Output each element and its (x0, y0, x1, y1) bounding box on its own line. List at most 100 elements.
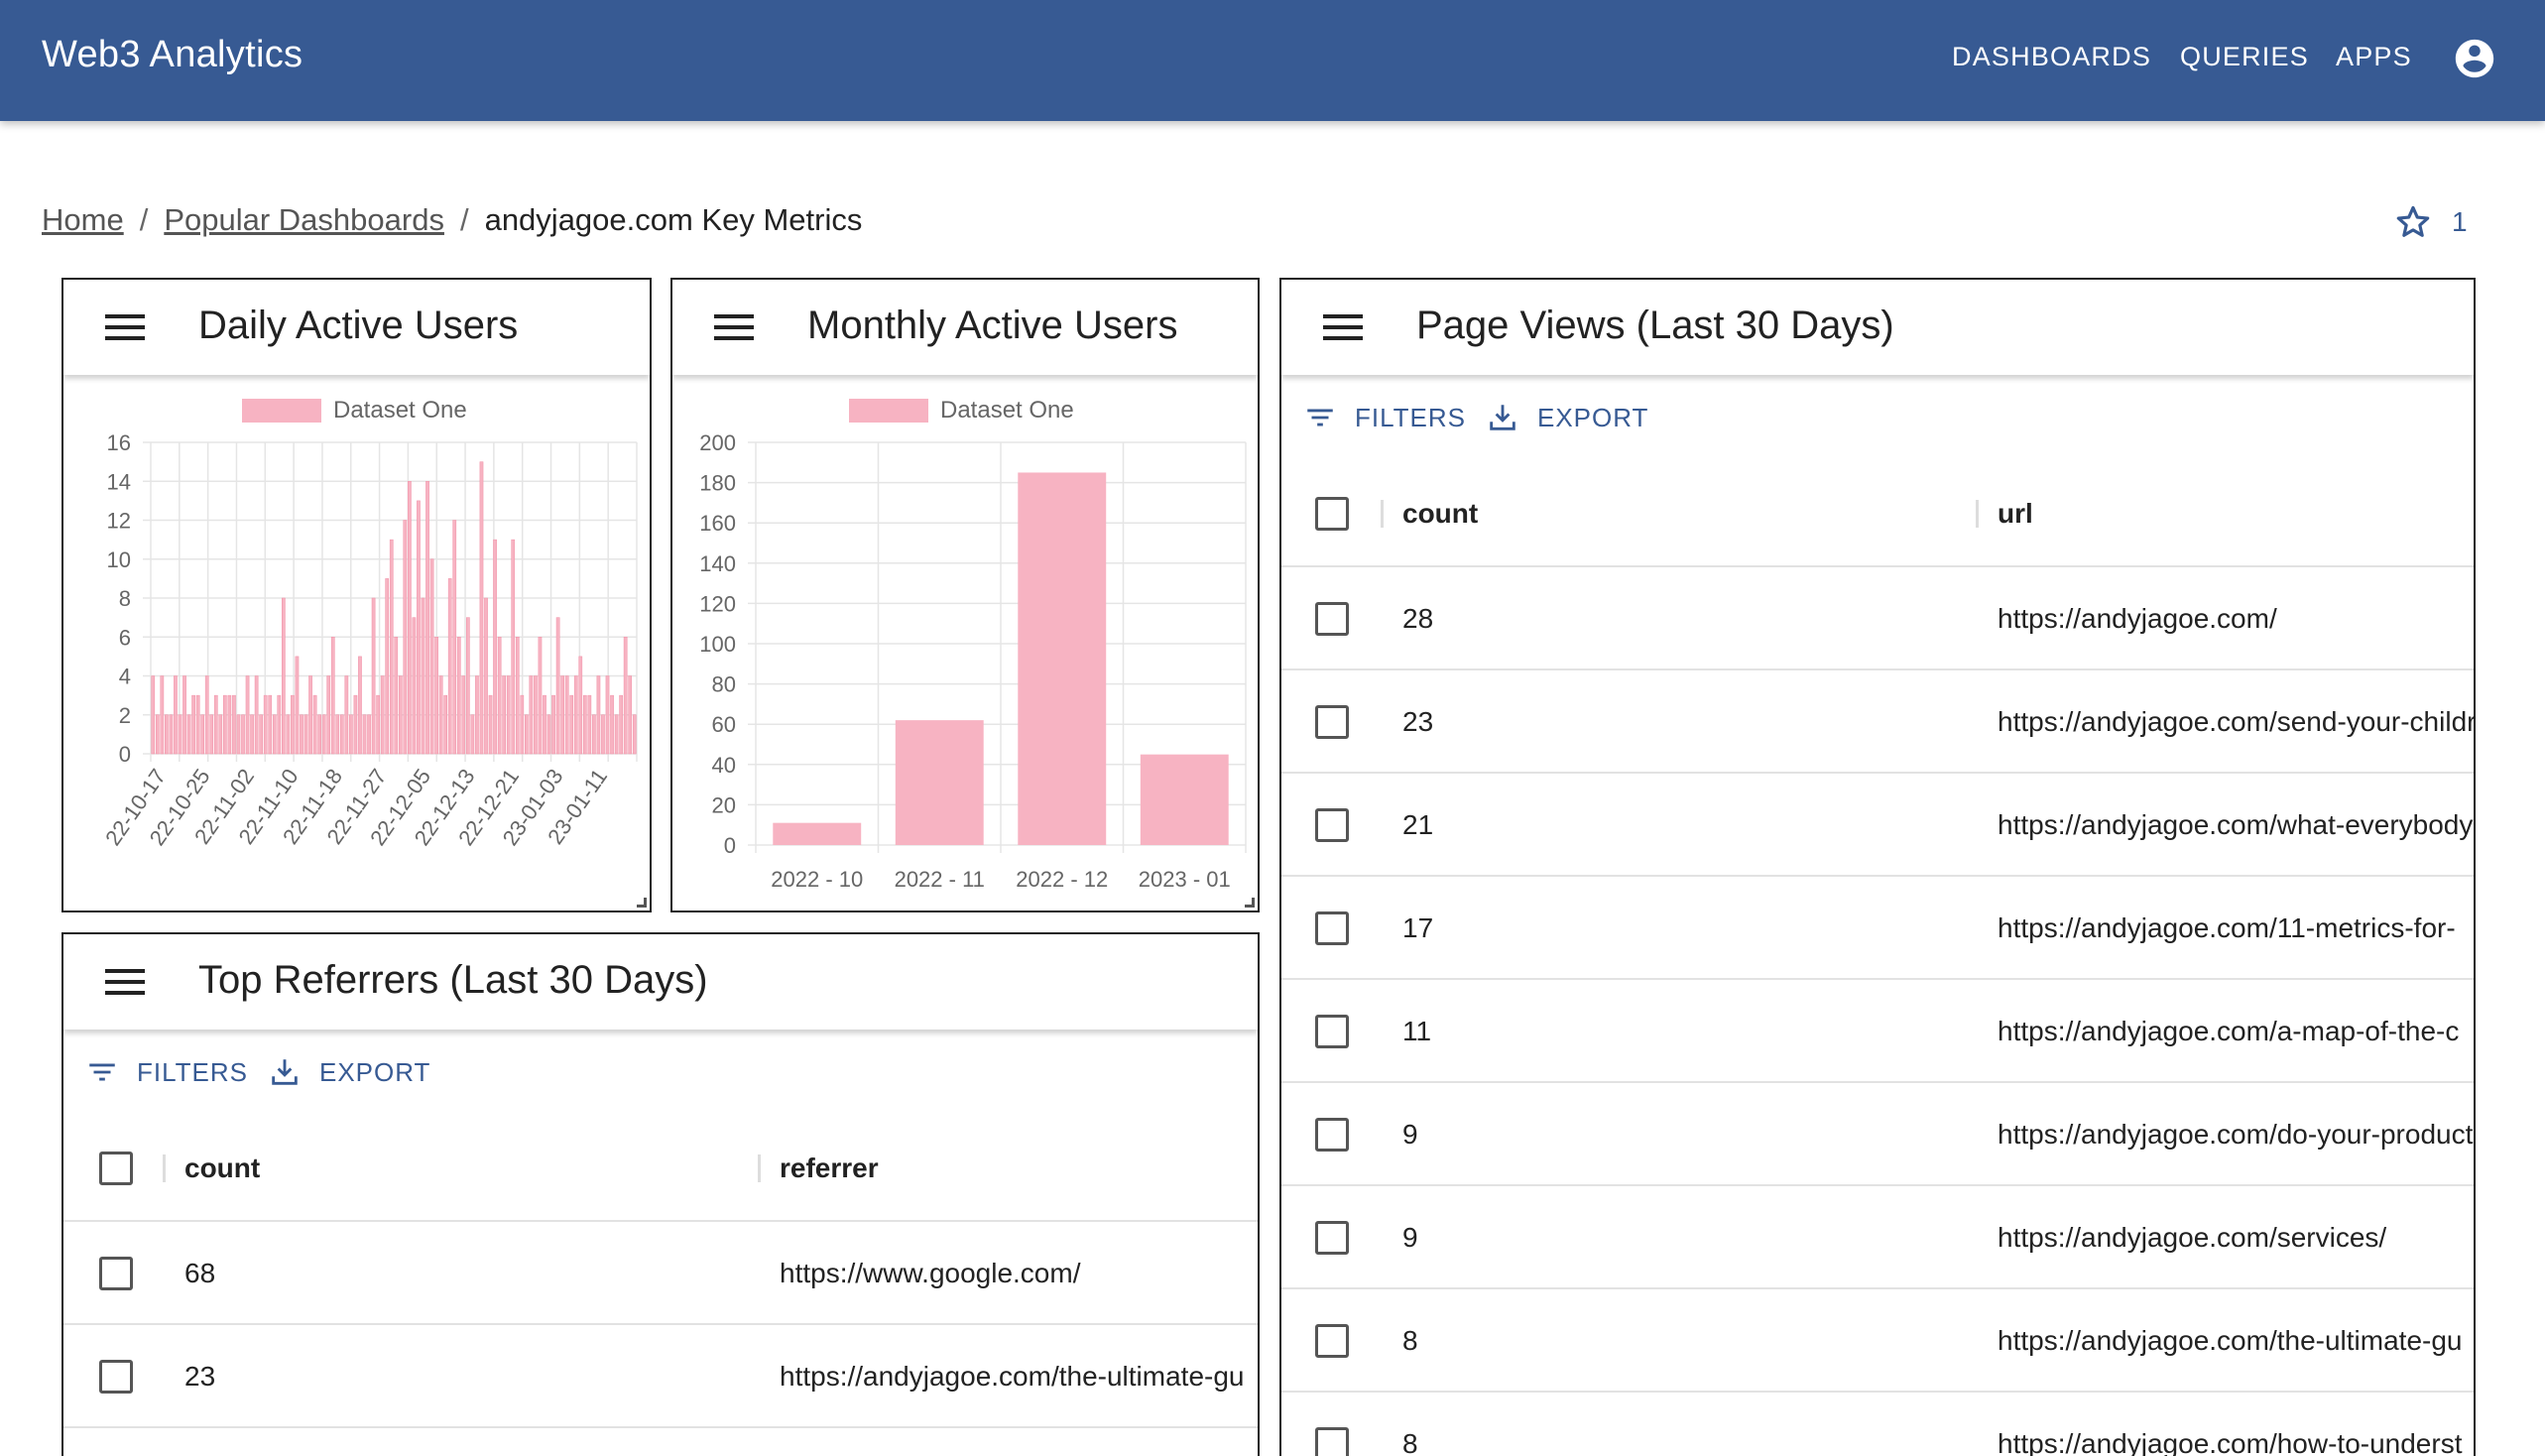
data-bar (520, 694, 525, 755)
resize-handle[interactable] (1245, 898, 1255, 908)
data-bar (339, 714, 344, 755)
row-checkbox[interactable] (1315, 705, 1349, 739)
panel-header: Top Referrers (Last 30 Days) (63, 934, 1258, 1030)
data-bar (452, 520, 457, 755)
data-bar (429, 558, 434, 755)
filter-icon (89, 1063, 115, 1081)
filters-button[interactable]: FILTERS (1303, 401, 1466, 434)
data-bar (371, 597, 376, 755)
data-bar (573, 675, 578, 755)
column-header-count[interactable]: count (184, 1153, 260, 1184)
star-outline-icon[interactable] (2394, 203, 2432, 241)
data-bar (493, 539, 497, 755)
column-header-count[interactable]: count (1402, 498, 1478, 530)
table-row[interactable]: 28 https://andyjagoe.com/ (1281, 567, 2474, 670)
export-button[interactable]: EXPORT (1486, 401, 1648, 434)
data-bar (195, 694, 200, 755)
menu-icon[interactable] (1323, 312, 1363, 342)
row-checkbox[interactable] (1315, 1221, 1349, 1255)
data-bar (254, 675, 259, 755)
column-separator (1381, 500, 1384, 528)
data-bar (155, 714, 160, 755)
data-bar (560, 675, 564, 755)
data-bar (408, 481, 412, 755)
row-checkbox[interactable] (99, 1257, 133, 1290)
breadcrumb-home[interactable]: Home (42, 202, 124, 237)
data-bar (470, 714, 475, 755)
resize-handle[interactable] (637, 898, 647, 908)
row-checkbox[interactable] (1315, 808, 1349, 842)
data-bar (204, 675, 209, 755)
url-cell: https://andyjagoe.com/a-map-of-the-c (1998, 1016, 2460, 1046)
data-bar (412, 617, 417, 755)
data-bar (443, 694, 448, 755)
column-header-referrer[interactable]: referrer (780, 1153, 879, 1184)
data-bar (466, 617, 470, 755)
select-all-checkbox[interactable] (1315, 497, 1349, 531)
nav-queries[interactable]: QUERIES (2180, 42, 2309, 72)
data-bar (555, 617, 560, 755)
filters-label: FILTERS (137, 1056, 248, 1087)
table-row[interactable]: 17 https://andyjagoe.com/11-metrics-for- (1281, 877, 2474, 980)
data-bar (578, 656, 583, 755)
data-bar (335, 714, 340, 755)
y-tick-label: 8 (119, 586, 131, 611)
table-row[interactable]: 23 https://andyjagoe.com/send-your-child… (1281, 670, 2474, 774)
breadcrumb-popular-dashboards[interactable]: Popular Dashboards (164, 202, 444, 237)
row-checkbox[interactable] (1315, 1427, 1349, 1456)
row-checkbox[interactable] (1315, 911, 1349, 945)
favorite-button[interactable]: 1 (2394, 202, 2468, 242)
column-header-url[interactable]: url (1998, 498, 2033, 530)
table-row[interactable]: 23 https://andyjagoe.com/the-ultimate-gu (63, 1325, 1258, 1428)
menu-icon[interactable] (714, 312, 754, 342)
table-row[interactable]: 8 https://andyjagoe.com/how-to-underst (1281, 1393, 2474, 1456)
table-row[interactable]: 21 https://andyjagoe.com/what-everybody-… (1281, 774, 2474, 877)
table-row[interactable]: 11 https://andyjagoe.com/a-map-of-the-c (1281, 980, 2474, 1083)
table-row[interactable]: 9 https://andyjagoe.com/services/ (1281, 1186, 2474, 1289)
data-bar (245, 675, 250, 755)
data-bar (385, 578, 390, 755)
count-cell: 21 (1402, 809, 1434, 840)
url-cell: https://andyjagoe.com/send-your-children… (1998, 706, 2476, 737)
data-bar (174, 675, 178, 755)
row-checkbox[interactable] (1315, 1118, 1349, 1152)
breadcrumb-separator: / (459, 202, 469, 237)
data-bar (403, 520, 408, 755)
export-button[interactable]: EXPORT (268, 1055, 430, 1089)
data-bar (475, 675, 479, 755)
table-row[interactable]: 8 https://andyjagoe.com/the-ultimate-gu (1281, 1289, 2474, 1393)
table-row[interactable]: 9 https://andyjagoe.com/do-your-product (1281, 1083, 2474, 1186)
data-bar (236, 714, 241, 755)
data-bar (628, 675, 633, 755)
table-row[interactable]: 68 https://www.google.com/ (63, 1222, 1258, 1325)
filters-button[interactable]: FILTERS (85, 1055, 248, 1089)
column-separator (163, 1154, 166, 1182)
data-bar (362, 714, 367, 755)
column-separator (758, 1154, 761, 1182)
table-header: count referrer (63, 1115, 1258, 1222)
nav-apps[interactable]: APPS (2336, 42, 2412, 72)
row-checkbox[interactable] (1315, 602, 1349, 636)
y-tick-label: 10 (107, 547, 131, 572)
select-all-checkbox[interactable] (99, 1152, 133, 1185)
row-checkbox[interactable] (99, 1360, 133, 1394)
app-title[interactable]: Web3 Analytics (42, 34, 303, 76)
column-separator (1976, 500, 1979, 528)
y-tick-label: 80 (712, 672, 736, 697)
data-bar (596, 675, 601, 755)
data-bar (546, 714, 551, 755)
menu-icon[interactable] (105, 312, 145, 342)
nav-dashboards[interactable]: DASHBOARDS (1952, 42, 2151, 72)
menu-icon[interactable] (105, 967, 145, 997)
url-cell: https://andyjagoe.com/how-to-underst (1998, 1428, 2463, 1456)
url-cell: https://andyjagoe.com/11-metrics-for- (1998, 912, 2456, 943)
row-checkbox[interactable] (1315, 1324, 1349, 1358)
data-bar (502, 675, 506, 755)
data-bar (321, 714, 326, 755)
x-tick-label: 2022 - 10 (771, 867, 863, 892)
row-checkbox[interactable] (1315, 1015, 1349, 1048)
account-circle-icon[interactable] (2452, 36, 2497, 81)
data-bar (160, 675, 165, 755)
data-bar (506, 675, 511, 755)
url-cell: https://andyjagoe.com/ (1998, 603, 2277, 634)
